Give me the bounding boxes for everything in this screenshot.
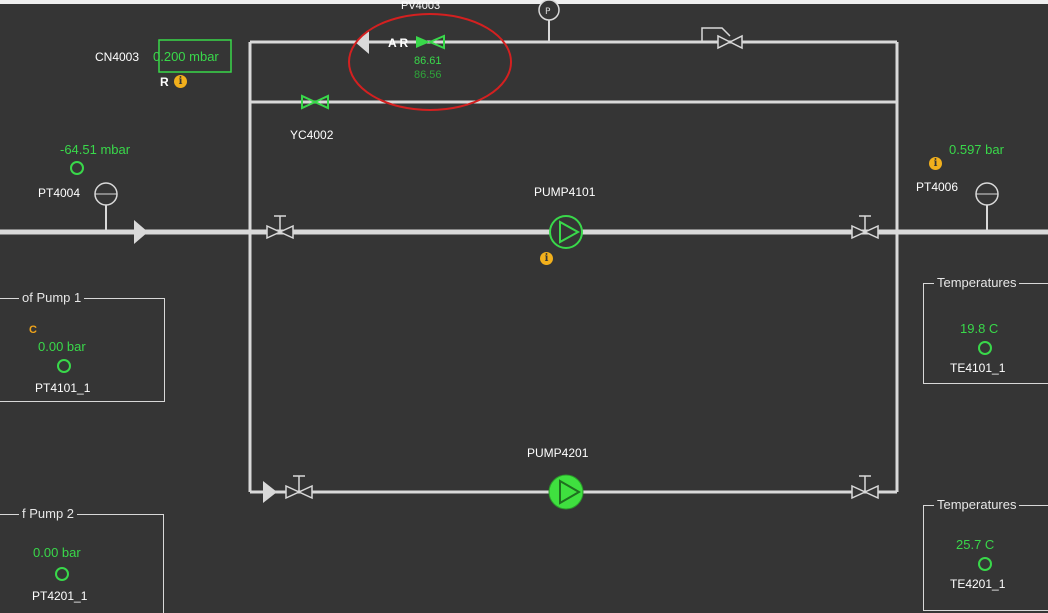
pv4003-setpoint[interactable]: 86.61 (414, 55, 442, 67)
cn4003-flag: R (160, 75, 169, 89)
manual-valve-lower-right-icon (851, 475, 879, 500)
pump4101-info-icon[interactable]: i (540, 252, 553, 265)
te4201-status-icon[interactable] (978, 557, 992, 571)
pump1-panel-title: of Pump 1 (19, 290, 85, 305)
flow-arrow-lower (263, 481, 277, 503)
pump1-value: 0.00 bar (38, 339, 86, 354)
pv4003-actual: 86.56 (414, 69, 442, 81)
yc4002-valve-button[interactable] (300, 94, 330, 110)
pump4101-button[interactable] (549, 215, 583, 249)
pv4003-mode: A R (388, 36, 409, 50)
pump1-flag: C (29, 324, 37, 336)
cn4003-info-icon[interactable]: i (174, 75, 187, 88)
safety-valve-icon (701, 27, 743, 50)
pt4004-tag: PT4004 (38, 186, 81, 200)
pt4006-value: 0.597 bar (949, 142, 1004, 157)
pt4006-symbol-icon (975, 182, 999, 232)
temperatures2-title: Temperatures (934, 497, 1020, 512)
pump1-pressure-panel: of Pump 1 C 0.00 bar PT4101_1 (0, 290, 165, 402)
pv4003-tag: PV4003 (401, 0, 441, 12)
pump2-tag: PT4201_1 (32, 589, 88, 603)
pt4006-info-icon[interactable]: i (929, 157, 942, 170)
pump2-value: 0.00 bar (33, 545, 81, 560)
pv4003-valve-button[interactable] (414, 32, 448, 52)
temperatures1-panel: Temperatures 19.8 C TE4101_1 (923, 275, 1048, 384)
cn4003-value[interactable]: 0.200 mbar (153, 49, 219, 64)
pt4004-value: -64.51 mbar (60, 142, 131, 157)
te4201-value: 25.7 C (956, 537, 995, 552)
pump4201-tag: PUMP4201 (527, 446, 589, 460)
te4201-tag: TE4201_1 (950, 577, 1006, 591)
svg-text:P: P (545, 7, 551, 17)
pump1-tag: PT4101_1 (35, 381, 91, 395)
pump4101-tag: PUMP4101 (534, 185, 596, 199)
pump2-panel-title: f Pump 2 (19, 506, 78, 521)
pump1-status-icon[interactable] (57, 359, 71, 373)
flow-arrow-main (134, 220, 148, 244)
pt4004-status-icon[interactable] (70, 161, 84, 175)
yc4002-tag: YC4002 (290, 128, 334, 142)
cn4003-tag: CN4003 (95, 50, 140, 64)
te4101-status-icon[interactable] (978, 341, 992, 355)
pt4006-tag: PT4006 (916, 180, 959, 194)
manual-valve-left-icon (266, 215, 294, 240)
pump2-pressure-panel: f Pump 2 0.00 bar PT4201_1 (0, 506, 164, 613)
temperatures1-title: Temperatures (934, 275, 1020, 290)
manual-valve-lower-left-icon (285, 475, 313, 500)
temperatures2-panel: Temperatures 25.7 C TE4201_1 (923, 497, 1048, 611)
te4101-value: 19.8 C (960, 321, 999, 336)
te4101-tag: TE4101_1 (950, 361, 1006, 375)
pt4004-symbol-icon (94, 182, 118, 232)
pump2-status-icon[interactable] (55, 567, 69, 581)
manual-valve-right-icon (851, 215, 879, 240)
pump4201-button[interactable] (548, 474, 584, 510)
